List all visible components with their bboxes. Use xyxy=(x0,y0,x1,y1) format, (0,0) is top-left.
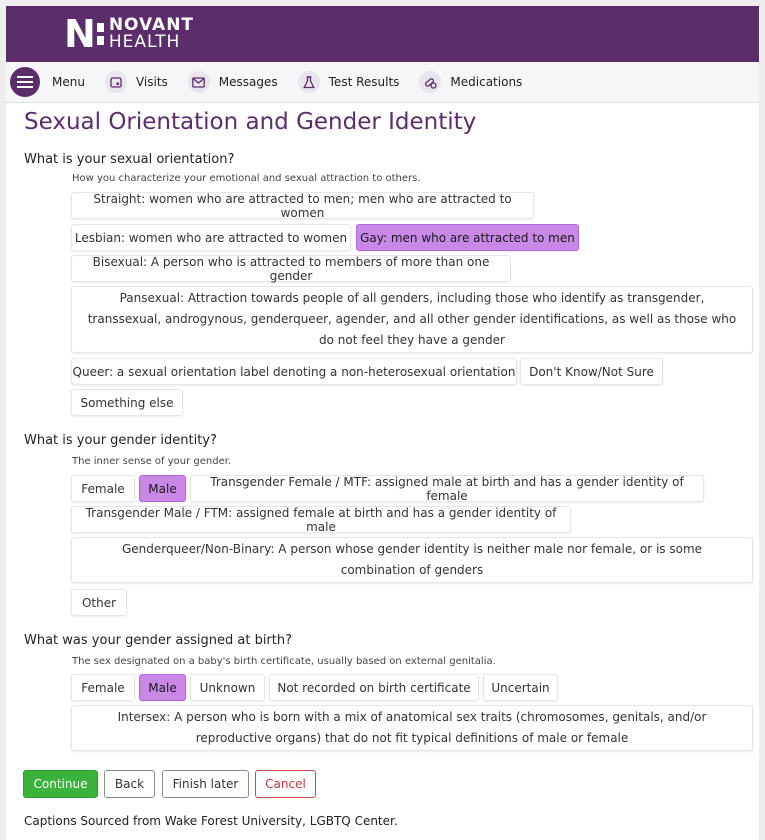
cancel-button[interactable]: Cancel xyxy=(255,770,316,798)
pills-icon xyxy=(419,71,442,93)
orientation-option-dont-know[interactable]: Don't Know/Not Sure xyxy=(520,358,663,385)
gender-identity-option-transgender-male[interactable]: Transgender Male / FTM: assigned female … xyxy=(71,506,571,534)
novant-health-logo[interactable]: N NOVANT HEALTH xyxy=(64,14,194,54)
birth-gender-option-female[interactable]: Female xyxy=(71,674,135,701)
orientation-option-bisexual[interactable]: Bisexual: A person who is attracted to m… xyxy=(71,255,511,283)
gender-identity-question: What is your gender identity? xyxy=(24,433,217,448)
nav-messages[interactable]: Messages xyxy=(187,71,278,93)
nav-visits[interactable]: Visits xyxy=(104,71,168,93)
gender-identity-option-transgender-female[interactable]: Transgender Female / MTF: assigned male … xyxy=(190,475,704,503)
nav-medications-label: Medications xyxy=(450,75,523,89)
birth-gender-question: What was your gender assigned at birth? xyxy=(24,633,293,648)
continue-button[interactable]: Continue xyxy=(23,770,98,798)
hamburger-icon xyxy=(10,67,40,97)
menu-label: Menu xyxy=(52,75,85,89)
gender-identity-option-female[interactable]: Female xyxy=(71,475,135,502)
birth-gender-option-uncertain[interactable]: Uncertain xyxy=(483,674,558,701)
app-header: N NOVANT HEALTH xyxy=(6,6,759,62)
gender-identity-option-other[interactable]: Other xyxy=(71,589,127,616)
birth-gender-option-not-recorded[interactable]: Not recorded on birth certificate xyxy=(269,674,479,701)
orientation-option-gay-selected[interactable]: Gay: men who are attracted to men xyxy=(356,224,579,251)
nav-test-results-label: Test Results xyxy=(328,75,400,89)
nav-messages-label: Messages xyxy=(218,75,278,89)
calendar-icon xyxy=(104,71,127,93)
orientation-option-pansexual[interactable]: Pansexual: Attraction towards people of … xyxy=(71,286,753,353)
finish-later-button[interactable]: Finish later xyxy=(162,770,249,798)
page-title: Sexual Orientation and Gender Identity xyxy=(24,109,477,135)
logo-bars-icon xyxy=(96,23,104,45)
nav-visits-label: Visits xyxy=(135,75,168,89)
orientation-description: How you characterize your emotional and … xyxy=(72,173,421,184)
orientation-question: What is your sexual orientation? xyxy=(24,152,235,167)
page-frame: N NOVANT HEALTH Menu Visits Messages Tes… xyxy=(6,6,759,840)
nav-test-results[interactable]: Test Results xyxy=(297,71,400,93)
orientation-option-something-else[interactable]: Something else xyxy=(71,389,183,416)
logo-line2: HEALTH xyxy=(108,32,181,52)
orientation-option-lesbian[interactable]: Lesbian: women who are attracted to wome… xyxy=(71,224,351,251)
logo-wordmark: NOVANT HEALTH xyxy=(109,17,194,51)
birth-gender-option-unknown[interactable]: Unknown xyxy=(190,674,265,701)
nav-medications[interactable]: Medications xyxy=(419,71,522,93)
back-button[interactable]: Back xyxy=(104,770,155,798)
envelope-icon xyxy=(187,71,210,93)
flask-icon xyxy=(297,71,320,93)
gender-identity-description: The inner sense of your gender. xyxy=(72,456,232,467)
top-nav: Menu Visits Messages Test Results Medica… xyxy=(6,62,759,103)
birth-gender-option-male-selected[interactable]: Male xyxy=(139,674,186,701)
orientation-option-straight[interactable]: Straight: women who are attracted to men… xyxy=(71,192,534,220)
orientation-option-queer[interactable]: Queer: a sexual orientation label denoti… xyxy=(71,358,517,385)
gender-identity-option-male-selected[interactable]: Male xyxy=(139,475,186,502)
captions-source: Captions Sourced from Wake Forest Univer… xyxy=(24,814,398,828)
menu-button[interactable]: Menu xyxy=(10,67,85,97)
birth-gender-description: The sex designated on a baby's birth cer… xyxy=(72,656,496,667)
logo-letter: N xyxy=(64,12,96,56)
birth-gender-option-intersex[interactable]: Intersex: A person who is born with a mi… xyxy=(71,705,753,751)
gender-identity-option-genderqueer[interactable]: Genderqueer/Non-Binary: A person whose g… xyxy=(71,537,753,583)
